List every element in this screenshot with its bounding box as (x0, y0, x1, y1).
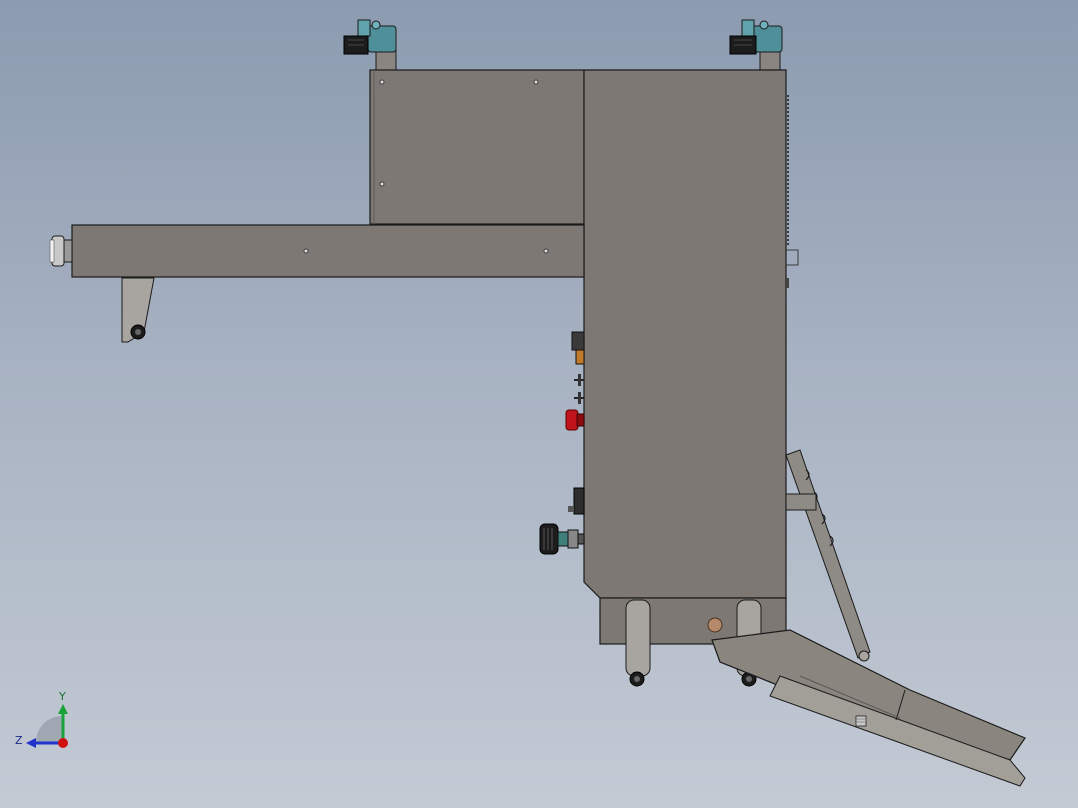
main-cabinet (583, 69, 799, 599)
cable-gland-icon (539, 523, 585, 555)
triad-y-label: Y (58, 690, 66, 703)
hand-knob-icon (49, 235, 73, 267)
caster-wheel-icon (625, 599, 651, 687)
horizontal-arm (49, 224, 585, 343)
side-controls (571, 331, 585, 404)
upper-housing (369, 69, 585, 225)
caster-wheel-icon (121, 277, 155, 343)
orientation-triad: Y Z (15, 690, 68, 748)
triad-z-label: Z (15, 734, 23, 747)
emergency-stop-icon (565, 409, 585, 431)
toggle-clamp-left (343, 19, 397, 71)
adjust-knob-icon (707, 617, 723, 633)
cad-viewport[interactable]: Y Z (0, 0, 1078, 808)
notched-support-strut (785, 449, 871, 662)
toggle-clamp-right (729, 19, 783, 71)
selector-switch-icon (568, 487, 585, 515)
chute-bolt-icon (855, 715, 867, 727)
